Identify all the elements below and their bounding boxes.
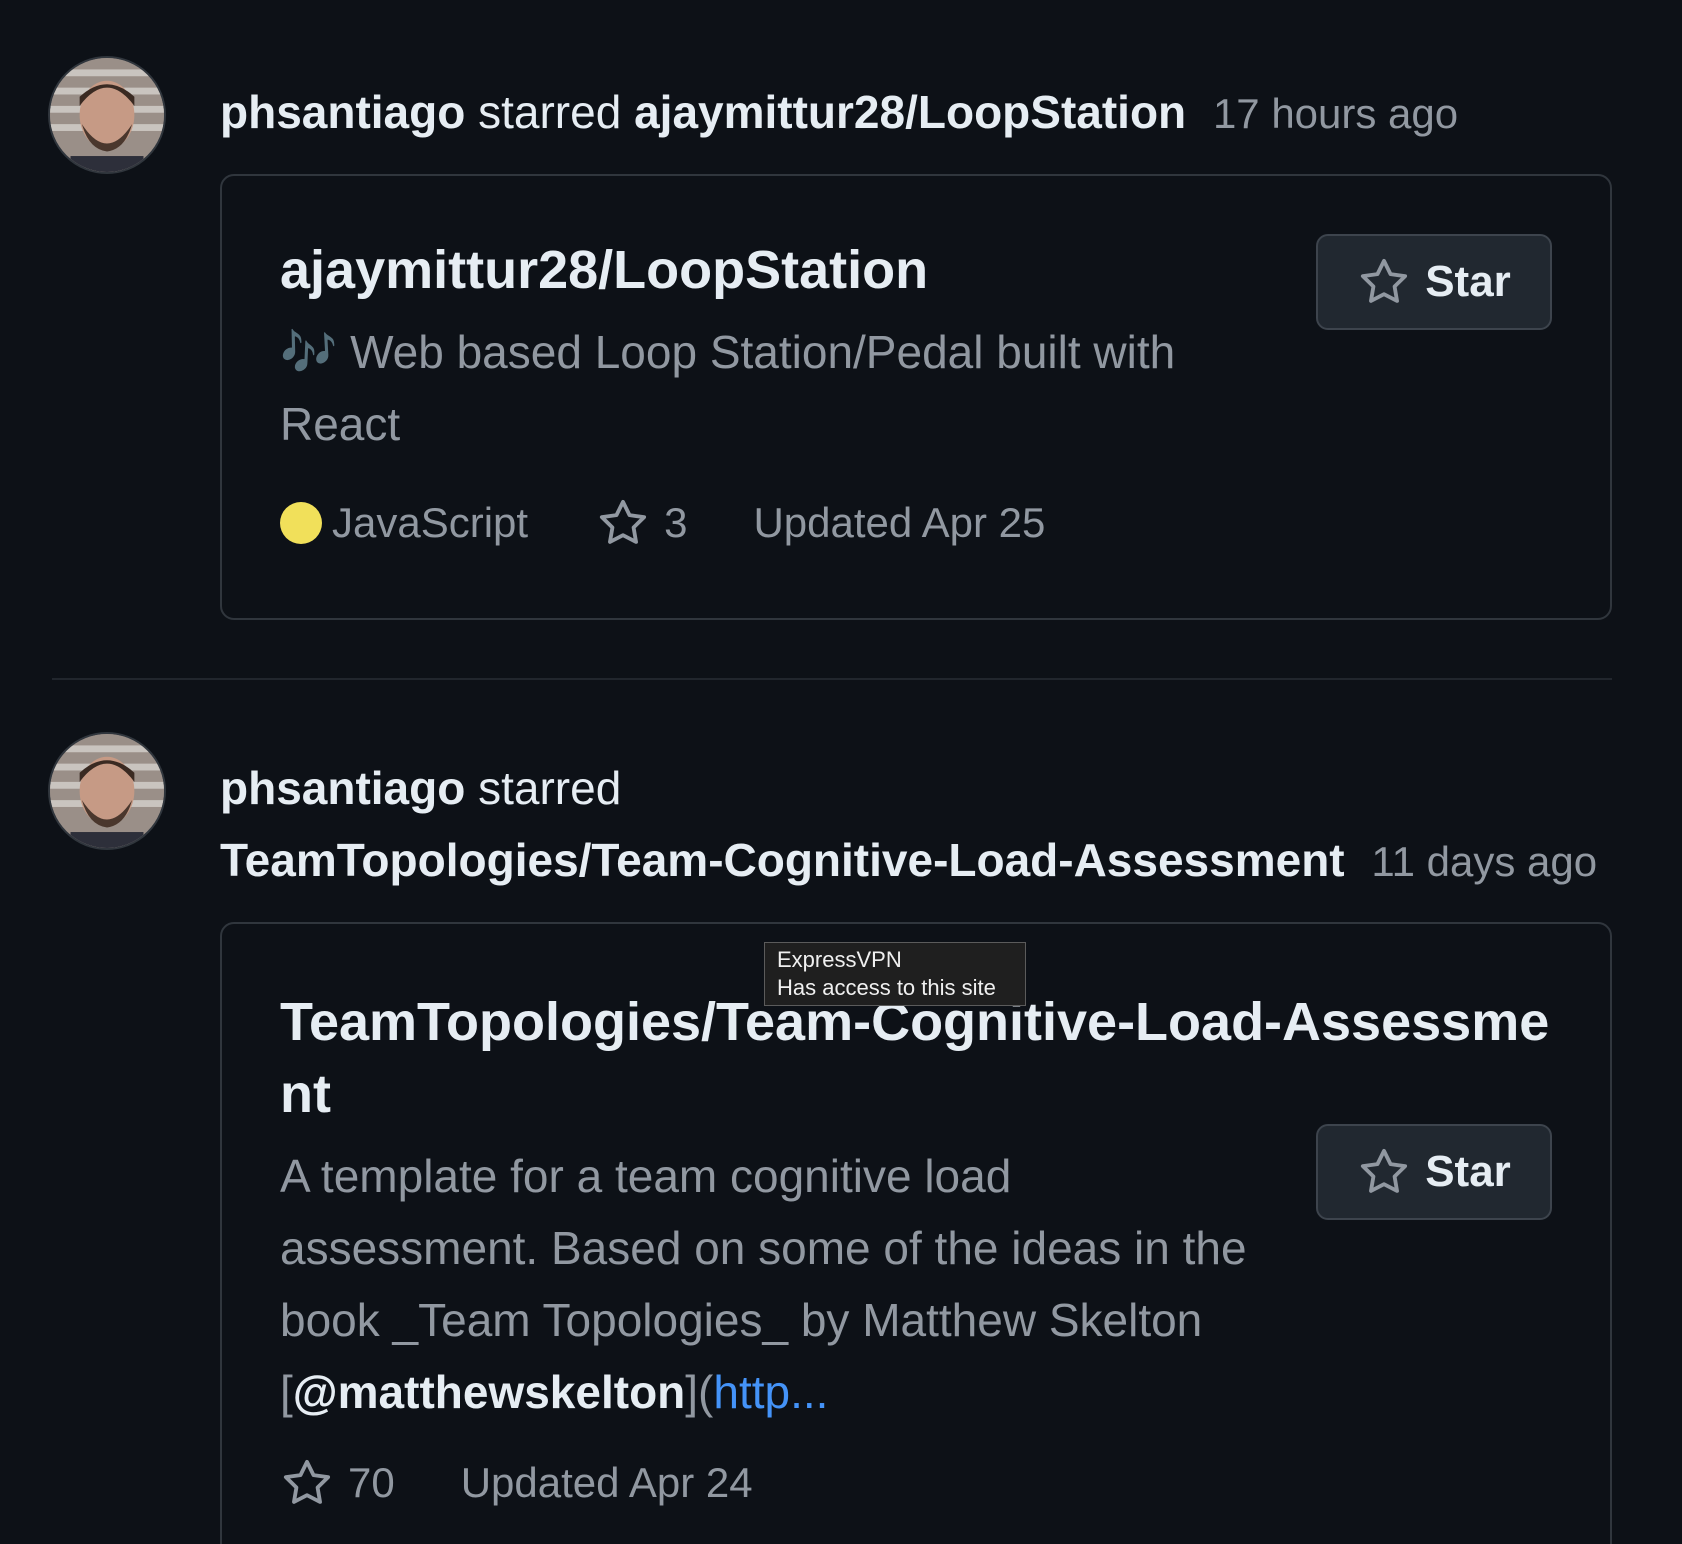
description-bracket: ]( (685, 1366, 714, 1418)
repo-updated: Updated Apr 25 (753, 499, 1046, 546)
avatar-image (50, 734, 164, 848)
repo-link[interactable]: TeamTopologies/Team-Cognitive-Load-Asses… (220, 834, 1345, 886)
repo-card-meta: 70 Updated Apr 24 (280, 1456, 753, 1510)
description-text: A template for a team cognitive load ass… (280, 1150, 1247, 1346)
stars-count: 3 (664, 499, 688, 546)
description-text: Web based Loop Station/Pedal built with … (280, 326, 1176, 450)
description-bracket: [ (280, 1366, 293, 1418)
repo-card-meta: JavaScript 3 Updated Apr 25 (280, 496, 1045, 550)
star-outline-icon (283, 1459, 331, 1504)
event-headline: phsantiago starred ajaymittur28/LoopStat… (220, 76, 1458, 150)
avatar-image (50, 58, 164, 172)
star-outline-icon (1361, 1148, 1408, 1193)
event-time[interactable]: 17 hours ago (1213, 90, 1458, 137)
repo-link[interactable]: ajaymittur28/LoopStation (634, 86, 1186, 138)
stargazers-link[interactable]: 70 (280, 1456, 395, 1510)
tooltip-title: ExpressVPN (777, 947, 902, 972)
repo-card-title[interactable]: ajaymittur28/LoopStation (280, 234, 928, 306)
repo-card: ajaymittur28/LoopStation 🎶 Web based Loo… (220, 174, 1612, 620)
stargazers-link[interactable]: 3 (596, 496, 687, 550)
event-verb: starred (478, 762, 622, 814)
actor-link[interactable]: phsantiago (220, 86, 465, 138)
user-avatar[interactable] (48, 732, 166, 850)
repo-card-title[interactable]: TeamTopologies/Team-Cognitive-Load-Asses… (280, 986, 1560, 1130)
actor-link[interactable]: phsantiago (220, 762, 465, 814)
event-time[interactable]: 11 days ago (1371, 838, 1597, 885)
event-headline: phsantiago starred (220, 752, 621, 824)
star-button[interactable]: Star (1316, 234, 1552, 330)
activity-feed: phsantiago starred ajaymittur28/LoopStat… (0, 0, 1682, 1544)
event-headline-line2: TeamTopologies/Team-Cognitive-Load-Asses… (220, 824, 1597, 898)
description-link[interactable]: http... (713, 1366, 828, 1418)
language-color-dot (280, 502, 322, 544)
user-avatar[interactable] (48, 56, 166, 174)
extension-tooltip: ExpressVPN Has access to this site (764, 942, 1026, 1006)
star-button-label: Star (1425, 257, 1511, 306)
user-mention-link[interactable]: @matthewskelton (293, 1366, 685, 1418)
event-verb: starred (478, 86, 622, 138)
repo-card-description: A template for a team cognitive load ass… (280, 1140, 1280, 1428)
tooltip-subtitle: Has access to this site (777, 975, 996, 1000)
repo-card-description: 🎶 Web based Loop Station/Pedal built wit… (280, 316, 1240, 460)
feed-divider (52, 678, 1612, 680)
star-button-label: Star (1425, 1147, 1511, 1196)
music-notes-icon: 🎶 (280, 326, 338, 378)
repo-updated: Updated Apr 24 (460, 1459, 753, 1506)
repo-card: TeamTopologies/Team-Cognitive-Load-Asses… (220, 922, 1612, 1544)
star-outline-icon (600, 499, 647, 544)
stars-count: 70 (348, 1459, 395, 1506)
repo-language: JavaScript (332, 499, 529, 546)
star-button[interactable]: Star (1316, 1124, 1552, 1220)
star-outline-icon (1361, 258, 1408, 303)
